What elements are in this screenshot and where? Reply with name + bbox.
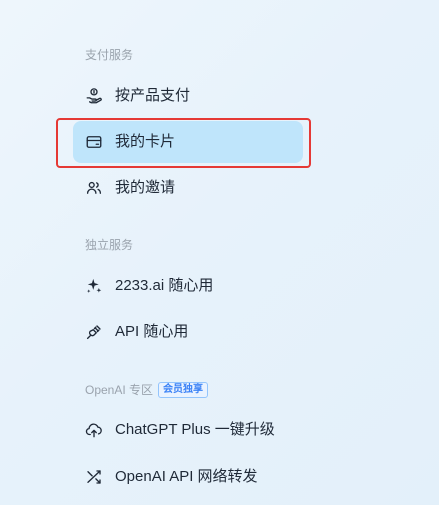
- hand-coin-icon: [85, 87, 103, 105]
- sidebar-item-my-invites[interactable]: 我的邀请: [73, 167, 303, 209]
- sidebar-item-label: 2233.ai 随心用: [115, 277, 214, 294]
- sidebar-item-openai-api-forwarding[interactable]: OpenAI API 网络转发: [73, 456, 303, 498]
- plug-icon: [85, 323, 103, 341]
- sidebar-item-label: API 随心用: [115, 323, 189, 340]
- section-label-text: 独立服务: [85, 238, 134, 252]
- sidebar-item-label: 我的邀请: [115, 179, 176, 196]
- section-label-openai-zone: OpenAI 专区 会员独享: [85, 382, 209, 398]
- section-label-text: 支付服务: [85, 48, 134, 62]
- sidebar-item-label: ChatGPT Plus 一键升级: [115, 421, 275, 438]
- sidebar-item-api[interactable]: API 随心用: [73, 311, 303, 353]
- sidebar-item-pay-by-product[interactable]: 按产品支付: [73, 75, 303, 117]
- users-icon: [85, 179, 103, 197]
- cloud-upload-icon: [85, 421, 103, 439]
- section-label-text: OpenAI 专区: [85, 383, 154, 397]
- sidebar-nav: 支付服务 按产品支付 我的卡片 我的邀请 独立服务 2233.ai 随心用 AP…: [0, 0, 439, 505]
- sidebar-item-label: OpenAI API 网络转发: [115, 468, 258, 485]
- sidebar-item-2233ai[interactable]: 2233.ai 随心用: [73, 265, 303, 307]
- card-icon: [85, 133, 103, 151]
- sidebar-item-label: 按产品支付: [115, 87, 191, 104]
- section-label-payment-services: 支付服务: [85, 48, 133, 62]
- sidebar-item-chatgpt-plus-upgrade[interactable]: ChatGPT Plus 一键升级: [73, 409, 303, 451]
- shuffle-icon: [85, 468, 103, 486]
- members-only-badge: 会员独享: [158, 382, 209, 398]
- sidebar-item-label: 我的卡片: [115, 133, 176, 150]
- section-label-independent-services: 独立服务: [85, 238, 133, 252]
- sidebar-item-my-cards[interactable]: 我的卡片: [73, 121, 303, 163]
- sparkle-icon: [85, 277, 103, 295]
